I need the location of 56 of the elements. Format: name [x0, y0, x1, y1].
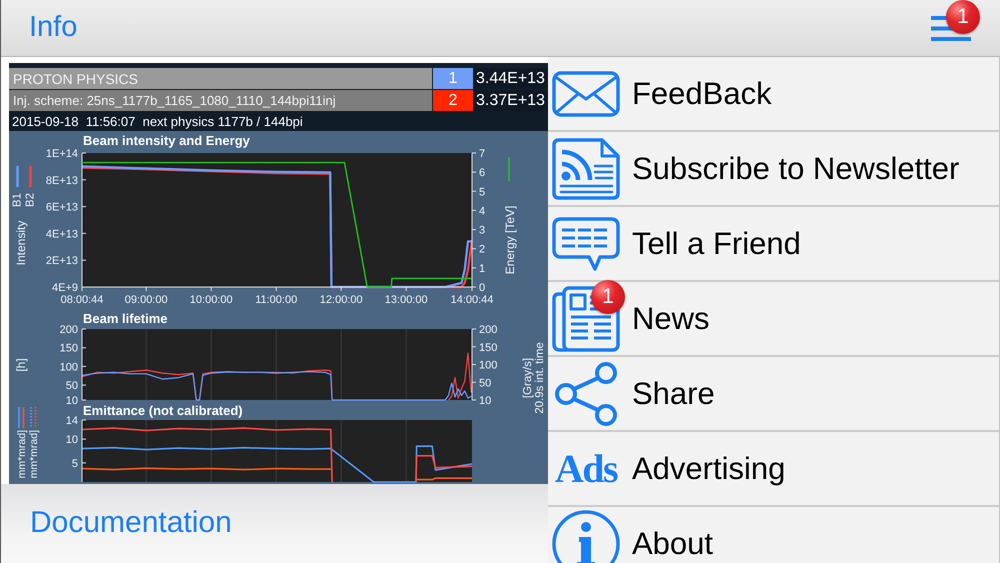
notification-badge: 1 [591, 280, 625, 314]
chart-title: Beam lifetime [83, 311, 168, 326]
axis-title: Energy [TeV] [503, 206, 517, 274]
axis-tick-label: 4E+13 [46, 228, 78, 240]
chart-title: Emittance (not calibrated) [83, 403, 243, 418]
axis-tick-label: 1 [479, 262, 486, 275]
legend-label: B2 [24, 193, 36, 208]
legend-label: mm*mrad] [28, 430, 40, 478]
axis-tick-label: 4 [479, 205, 486, 218]
axis-tick-label: 2E+13 [46, 255, 78, 268]
axis-tick-label: 11:00:00 [255, 294, 298, 306]
axis-tick-label: 8E+13 [46, 174, 78, 187]
axis-tick-label: 7 [479, 148, 486, 160]
axis-tick-label: 150 [60, 342, 78, 355]
axis-tick-label: 2 [479, 244, 486, 256]
ads-logo: Ads [554, 448, 618, 488]
axis-tick-label: 100 [479, 360, 498, 372]
timestamp-bar: 2015-09-18 11:56:07 next physics 1177b / 144bpi [9, 111, 548, 131]
legend-label: B1 [12, 193, 24, 208]
axis-tick-label: 09:00:00 [124, 294, 168, 306]
axis-tick-label: 10 [479, 395, 492, 407]
axis-tick-label: 10 [66, 434, 78, 446]
axis-tick-label: 5 [72, 458, 78, 470]
axis-title: Intensity [14, 220, 28, 266]
axis-tick-label: 200 [479, 324, 498, 336]
status-label-cell: Inj. scheme: 25ns_1177b_1165_1080_1110_144bpi11inj [9, 90, 432, 111]
status-label-cell: PROTON PHYSICS [9, 68, 432, 89]
axis-tick-label: 150 [479, 342, 498, 354]
axis-tick-label: 10 [66, 395, 78, 407]
axis-title: [Gray/s] [522, 358, 534, 398]
beam-number-cell: 2 [433, 90, 473, 111]
axis-tick-label: 50 [479, 377, 492, 390]
axis-tick-label: 12:00:00 [320, 294, 363, 306]
axis-tick-label: 6 [479, 167, 486, 180]
axis-tick-label: 0 [479, 282, 486, 294]
axis-tick-label: 200 [60, 324, 78, 336]
axis-tick-label: 14:00:44 [450, 294, 494, 306]
value-cell: 3.44E+13 [474, 68, 548, 89]
axis-subtitle: 20.9s int. time [534, 342, 546, 414]
value-cell: 3.37E+13 [474, 90, 548, 111]
axis-title: [h] [14, 358, 28, 372]
beam-number-cell: 1 [433, 68, 473, 89]
legend-label: mm*mrad] [16, 430, 28, 478]
notification-badge: 1 [946, 0, 980, 34]
axis-tick-label: 13:00:00 [384, 294, 428, 306]
axis-tick-label: 50 [66, 380, 78, 392]
axis-tick-label: 5 [479, 186, 486, 198]
axis-tick-label: 3 [479, 224, 486, 237]
axis-tick-label: 1E+14 [46, 148, 78, 160]
axis-tick-label: 08:00:44 [60, 294, 104, 306]
axis-tick-label: 4E+9 [52, 282, 78, 294]
axis-tick-label: 6E+13 [46, 202, 78, 214]
chart-title: Beam intensity and Energy [83, 133, 250, 148]
axis-tick-label: 10:00:00 [190, 294, 233, 306]
axis-tick-label: 14 [66, 415, 78, 427]
axis-tick-label: 100 [60, 361, 78, 374]
